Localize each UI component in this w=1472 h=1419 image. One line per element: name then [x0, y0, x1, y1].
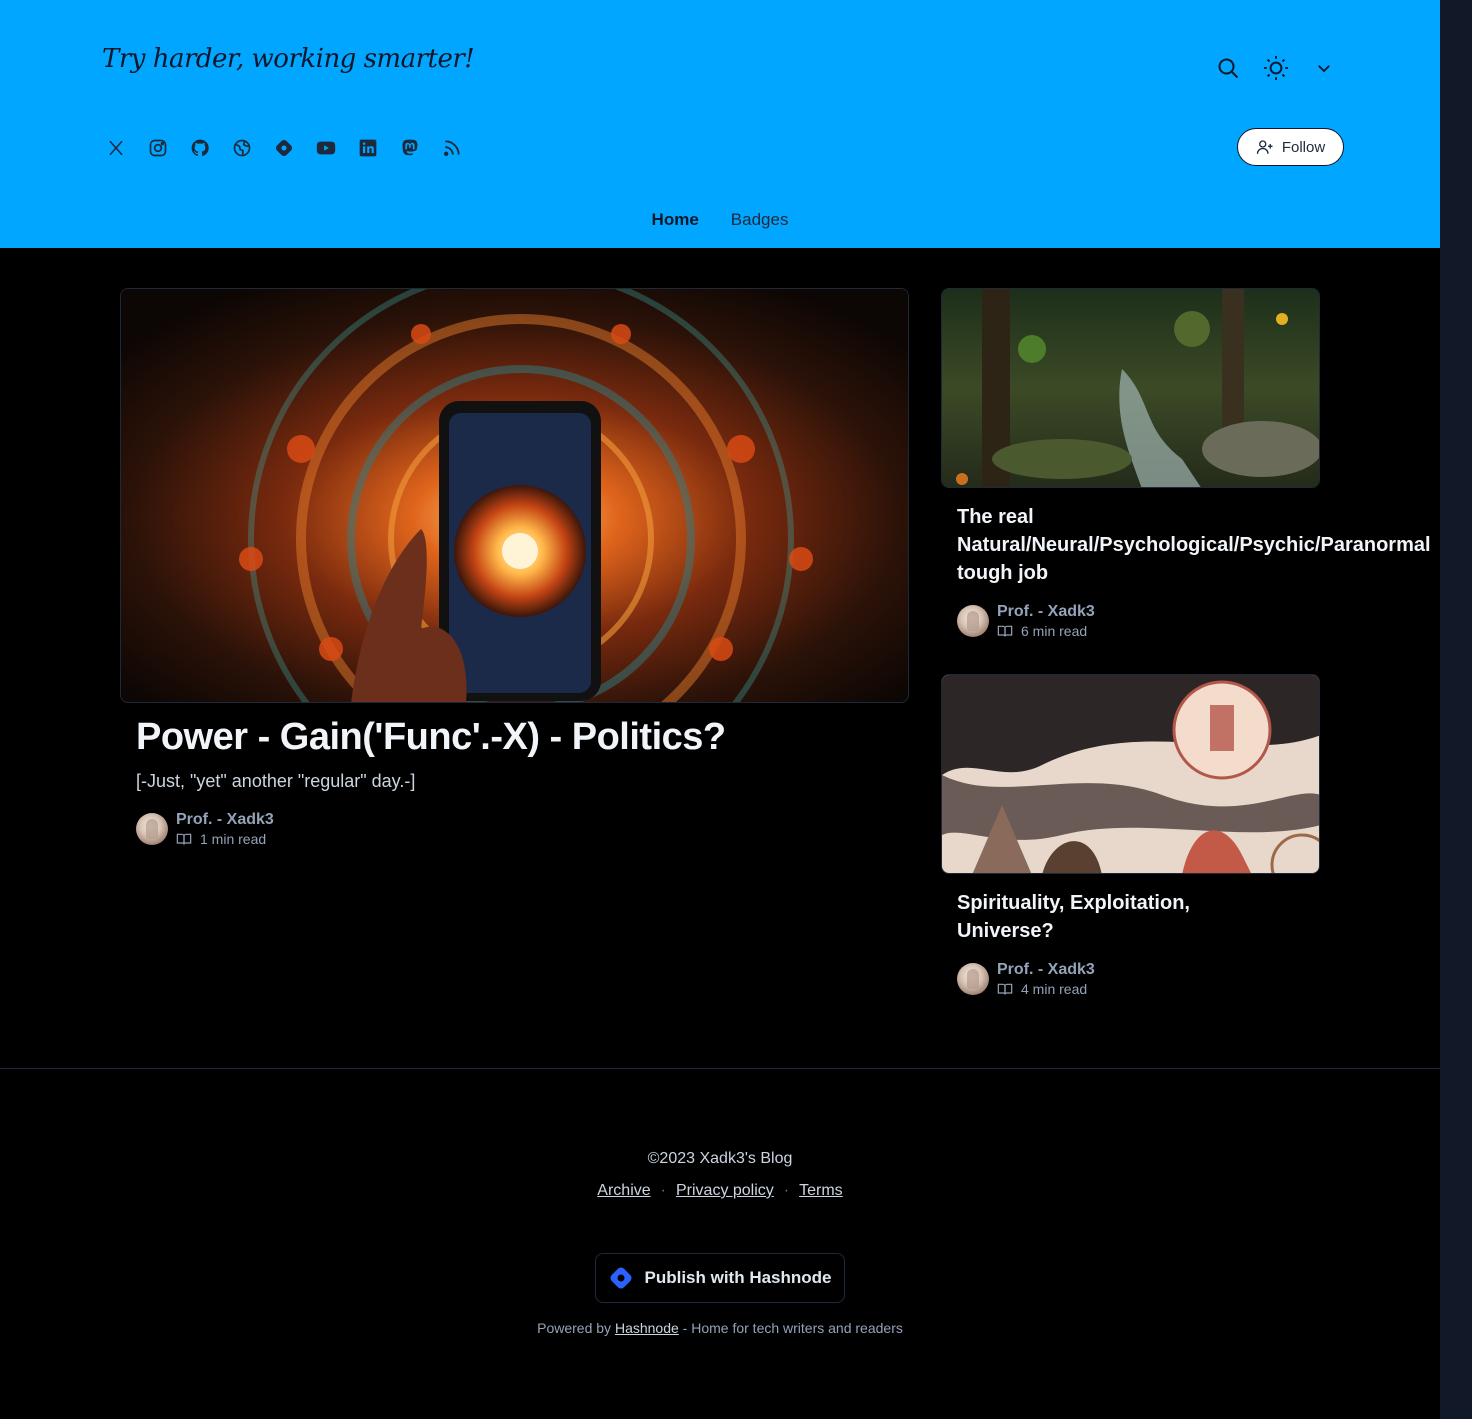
main-post-title[interactable]: Power - Gain('Func'.-X) - Politics?	[136, 716, 726, 759]
book-icon	[997, 625, 1013, 637]
main-post-author: Prof. - Xadk3 1 min read	[136, 811, 274, 847]
instagram-icon[interactable]	[142, 132, 174, 164]
footer-copyright: ©2023 Xadk3's Blog	[647, 1150, 793, 1167]
powered-prefix: Powered by	[537, 1320, 612, 1336]
read-time-text: 1 min read	[200, 831, 267, 847]
blog-logo[interactable]: Try harder, working smarter!	[102, 44, 475, 74]
author-name[interactable]: Prof. - Xadk3	[176, 811, 274, 829]
side-post-2-title[interactable]: Spirituality, Exploitation, Universe?	[957, 889, 1190, 945]
search-icon[interactable]	[1212, 52, 1244, 84]
side-post-1-title-line: Natural/Neural/Psychological/Psychic/Par…	[957, 534, 1431, 556]
blog-nav: Home Badges	[0, 210, 1440, 242]
blog-header: Try harder, working smarter! Follow Home…	[0, 0, 1440, 248]
author-name[interactable]: Prof. - Xadk3	[997, 603, 1095, 621]
book-icon	[176, 833, 192, 845]
main-post-cover-image[interactable]	[120, 288, 909, 703]
follow-button[interactable]: Follow	[1237, 128, 1344, 166]
youtube-icon[interactable]	[310, 132, 342, 164]
footer-link-terms[interactable]: Terms	[799, 1182, 843, 1200]
footer-link-privacy[interactable]: Privacy policy	[676, 1182, 774, 1200]
mastodon-icon[interactable]	[394, 132, 426, 164]
side-post-1-author: Prof. - Xadk3 6 min read	[957, 603, 1095, 639]
avatar[interactable]	[957, 605, 989, 637]
rss-icon[interactable]	[436, 132, 468, 164]
separator-dot: ·	[660, 1182, 666, 1199]
side-post-2-cover-image[interactable]	[941, 674, 1320, 874]
user-plus-icon	[1256, 140, 1273, 154]
footer-link-archive[interactable]: Archive	[597, 1182, 650, 1200]
read-time: 6 min read	[997, 623, 1095, 639]
powered-link-hashnode[interactable]: Hashnode	[615, 1320, 679, 1336]
side-post-1-title-line: The real	[957, 506, 1034, 528]
read-time-text: 4 min read	[1021, 981, 1088, 997]
nav-badges[interactable]: Badges	[731, 210, 789, 242]
read-time-text: 6 min read	[1021, 623, 1088, 639]
powered-by: Powered by Hashnode - Home for tech writ…	[0, 1320, 1440, 1336]
linkedin-icon[interactable]	[352, 132, 384, 164]
read-time: 4 min read	[997, 981, 1095, 997]
publish-with-hashnode-button[interactable]: Publish with Hashnode	[595, 1253, 845, 1303]
social-links	[100, 132, 468, 164]
globe-icon[interactable]	[226, 132, 258, 164]
powered-suffix: - Home for tech writers and readers	[682, 1320, 903, 1336]
follow-label: Follow	[1281, 138, 1326, 156]
main-post-subtitle: [-Just, "yet" another "regular" day.-]	[136, 771, 416, 791]
side-post-2-title-line: Universe?	[957, 920, 1054, 942]
side-post-2-author: Prof. - Xadk3 4 min read	[957, 961, 1095, 997]
side-post-1-cover-image[interactable]	[941, 288, 1320, 488]
hashnode-logo-icon	[611, 1267, 632, 1289]
avatar[interactable]	[957, 963, 989, 995]
separator-dot: ·	[783, 1182, 790, 1199]
avatar[interactable]	[136, 813, 168, 845]
book-icon	[997, 983, 1013, 995]
hashnode-icon[interactable]	[268, 132, 300, 164]
footer-links: Archive · Privacy policy · Terms	[0, 1182, 1440, 1200]
side-post-1-title[interactable]: The real Natural/Neural/Psychological/Ps…	[957, 503, 1431, 587]
side-post-2-title-line: Spirituality, Exploitation,	[957, 892, 1190, 914]
nav-home[interactable]: Home	[652, 210, 699, 242]
github-icon[interactable]	[184, 132, 216, 164]
author-name[interactable]: Prof. - Xadk3	[997, 961, 1095, 979]
footer-divider	[0, 1068, 1440, 1069]
read-time: 1 min read	[176, 831, 274, 847]
sun-icon[interactable]	[1260, 52, 1292, 84]
chevron-down-icon[interactable]	[1308, 52, 1340, 84]
publish-label: Publish with Hashnode	[644, 1268, 832, 1287]
x-icon[interactable]	[100, 132, 132, 164]
side-post-1-title-line: tough job	[957, 562, 1049, 584]
scrollbar[interactable]	[1440, 0, 1472, 1419]
